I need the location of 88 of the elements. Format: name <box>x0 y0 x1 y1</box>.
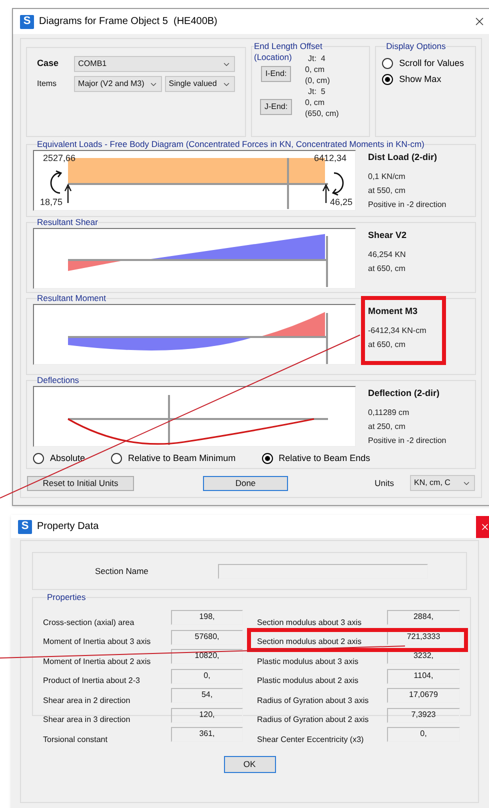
group-title: Resultant Shear <box>37 217 98 228</box>
result-value: at 550, cm <box>368 185 406 196</box>
force-label: 6412,34 <box>314 153 347 164</box>
app-logo: S <box>20 14 34 28</box>
property-label: Radius of Gyration about 2 axis <box>257 715 369 725</box>
close-icon <box>480 522 489 532</box>
ok-button[interactable]: OK <box>224 756 276 773</box>
property-value: 57680, <box>171 630 243 644</box>
dropdown[interactable]: Single valued <box>164 76 235 92</box>
radio-label: Relative to Beam Minimum <box>128 453 236 464</box>
property-label: Shear Center Eccentricity (x3) <box>257 734 364 744</box>
result-title: Moment M3 <box>368 305 418 317</box>
property-label: Plastic modulus about 2 axis <box>257 676 358 686</box>
property-label: Section modulus about 2 axis <box>257 637 362 647</box>
close-icon[interactable] <box>473 15 486 28</box>
property-value: 10820, <box>171 649 243 664</box>
result-value: 46,254 KN <box>368 249 407 260</box>
force-label: 18,75 <box>40 197 63 208</box>
group-title: Properties <box>47 592 86 603</box>
property-value: 0, <box>387 727 460 742</box>
property-value: 361, <box>171 727 243 742</box>
field-label: Section Name <box>95 564 150 578</box>
property-label: Cross-section (axial) area <box>43 618 134 628</box>
radio-button[interactable] <box>33 453 44 464</box>
radio-label: Scroll for Values <box>399 58 464 69</box>
group-title: Resultant Moment <box>37 293 106 304</box>
result-value: 0,11289 cm <box>368 407 410 418</box>
units-label: Units <box>374 476 394 490</box>
end-button[interactable]: J-End: <box>260 99 292 115</box>
offset-value: 0, cm <box>305 64 326 75</box>
result-value: at 650, cm <box>368 263 406 274</box>
property-label: Plastic modulus about 3 axis <box>257 656 358 666</box>
result-value: at 650, cm <box>368 339 406 350</box>
end-button[interactable]: I-End: <box>261 66 291 82</box>
radio-button[interactable] <box>382 74 394 85</box>
location-value: (650, cm) <box>305 108 339 119</box>
property-label: Moment of Inertia about 2 axis <box>43 656 151 666</box>
property-label: Section modulus about 3 axis <box>257 618 362 628</box>
group-title: Equivalent Loads - Free Body Diagram (Concentrated Forces in KN, Concentrated Moments in KN-cm) <box>37 139 424 150</box>
radio-label: Relative to Beam Ends <box>278 453 370 464</box>
dropdown[interactable]: KN, cm, C <box>410 475 475 491</box>
property-label: Moment of Inertia about 3 axis <box>43 637 151 647</box>
property-label: Product of Inertia about 2-3 <box>43 676 140 686</box>
app-logo: S <box>18 520 32 534</box>
group-title: End Length Offset <box>254 41 322 52</box>
window-title: Diagrams for Frame Object 5 (HE400B) <box>39 15 218 29</box>
joint-label: Jt: 5 <box>307 86 326 97</box>
dropdown[interactable]: COMB1 <box>74 56 235 72</box>
result-value: -6412,34 KN-cm <box>368 325 428 336</box>
property-label: Radius of Gyration about 3 axis <box>257 696 369 706</box>
property-label: Shear area in 3 direction <box>43 715 130 725</box>
field-label: Items <box>37 78 58 90</box>
result-value: 0,1 KN/cm <box>368 171 406 182</box>
reset-button[interactable]: Reset to Initial Units <box>27 476 134 490</box>
result-value: at 250, cm <box>368 421 406 432</box>
property-label: Torsional constant <box>43 734 108 744</box>
result-title: Dist Load (2-dir) <box>368 151 438 163</box>
radio-label: Absolute <box>50 453 86 464</box>
field-label: Case <box>37 57 60 70</box>
property-value: 7,3923 <box>387 708 460 722</box>
window-title: Property Data <box>37 520 99 534</box>
property-value: 17,0679 <box>387 688 460 703</box>
result-title: Shear V2 <box>368 229 408 241</box>
property-label: Shear area in 2 direction <box>43 696 130 706</box>
force-label: 46,25 <box>330 197 353 208</box>
radio-button[interactable] <box>111 453 122 464</box>
property-value: 2884, <box>387 610 460 625</box>
group-title: Deflections <box>37 375 80 386</box>
result-value: Positive in -2 direction <box>368 435 448 446</box>
dropdown[interactable]: Major (V2 and M3) <box>74 76 162 92</box>
group-title: Display Options <box>386 41 446 52</box>
property-value: 198, <box>171 610 243 625</box>
result-title: Deflection (2-dir) <box>368 387 441 399</box>
done-button[interactable]: Done <box>203 476 288 490</box>
close-button[interactable] <box>476 516 489 538</box>
force-label: 2527,66 <box>43 153 76 164</box>
property-value: 120, <box>171 708 243 722</box>
offset-value: 0, cm <box>305 97 326 108</box>
joint-label: Jt: 4 <box>307 53 326 64</box>
property-value: 54, <box>171 688 243 703</box>
radio-label: Show Max <box>399 74 442 85</box>
group-subtitle: (Location) <box>254 52 292 63</box>
radio-button[interactable] <box>382 58 394 69</box>
radio-button[interactable] <box>262 453 273 464</box>
property-value: 0, <box>171 668 243 684</box>
result-value: Positive in -2 direction <box>368 199 448 210</box>
property-value: 1104, <box>387 668 460 684</box>
location-value: (0, cm) <box>305 75 330 86</box>
